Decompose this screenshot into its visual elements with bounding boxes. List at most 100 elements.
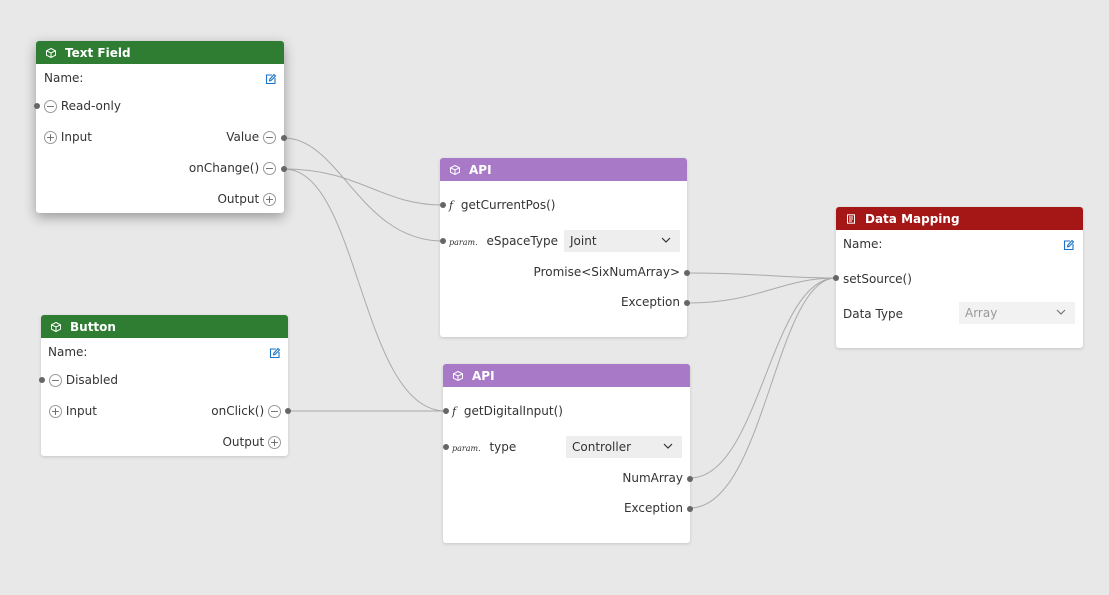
disabled-port[interactable] bbox=[39, 377, 45, 383]
wire-value-to-espacetype bbox=[283, 137, 444, 242]
espacetype-value: Joint bbox=[570, 234, 597, 248]
value-row: Value − bbox=[226, 130, 276, 144]
text-field-node[interactable]: Text Field Name: − Read-only + Input Val… bbox=[34, 41, 287, 213]
setsource-label: setSource() bbox=[843, 272, 912, 286]
add-plus-icon[interactable]: + bbox=[263, 193, 276, 206]
get-digital-input-port[interactable] bbox=[443, 408, 449, 414]
edit-icon[interactable] bbox=[1063, 239, 1075, 251]
param-tag: param. bbox=[452, 444, 481, 453]
datatype-label: Data Type bbox=[843, 307, 904, 321]
output-row: Output + bbox=[222, 435, 281, 449]
function-icon: f bbox=[452, 405, 457, 418]
input-row: + Input bbox=[44, 130, 92, 144]
edit-icon[interactable] bbox=[269, 347, 281, 359]
document-icon bbox=[847, 213, 855, 224]
button-node[interactable]: Button Name: − Disabled + Input onClick(… bbox=[39, 315, 291, 456]
param-label: type bbox=[489, 440, 517, 454]
function-label: getCurrentPos() bbox=[460, 198, 556, 212]
api-node-get-digital-input[interactable]: API f getDigitalInput() param. type Cont… bbox=[443, 364, 693, 543]
espacetype-select[interactable]: Joint bbox=[564, 230, 680, 252]
api-title: API bbox=[472, 368, 495, 383]
type-value: Controller bbox=[572, 440, 632, 454]
name-label: Name: bbox=[843, 237, 883, 251]
onclick-port[interactable] bbox=[285, 408, 291, 414]
input-label: Input bbox=[60, 130, 92, 144]
data-mapping-node[interactable]: Data Mapping Name: setSource() Data Type… bbox=[833, 207, 1083, 348]
button-title: Button bbox=[70, 319, 116, 334]
setsource-port[interactable] bbox=[833, 275, 839, 281]
api-header[interactable]: API bbox=[443, 364, 690, 387]
add-plus-icon[interactable]: + bbox=[268, 436, 281, 449]
disabled-row: − Disabled bbox=[49, 373, 118, 387]
wire-onchange-to-getdigitalinput bbox=[283, 168, 447, 412]
value-label: Value bbox=[226, 130, 260, 144]
text-field-header[interactable]: Text Field bbox=[36, 41, 284, 64]
api-title: API bbox=[469, 162, 492, 177]
output-label: Output bbox=[217, 192, 260, 206]
output-label: Output bbox=[222, 435, 265, 449]
function-icon: f bbox=[449, 199, 454, 212]
cube-icon bbox=[46, 47, 56, 58]
onclick-row: onClick() − bbox=[211, 404, 281, 418]
type-port[interactable] bbox=[443, 444, 449, 450]
api-node-get-current-pos[interactable]: API f getCurrentPos() param. eSpaceType … bbox=[440, 158, 690, 337]
data-mapping-title: Data Mapping bbox=[865, 211, 960, 226]
datatype-value: Array bbox=[965, 306, 998, 320]
input-row: + Input bbox=[49, 404, 97, 418]
numarray-output-label: NumArray bbox=[622, 471, 683, 485]
numarray-output-port[interactable] bbox=[687, 476, 693, 482]
wire-onchange-to-getcurrentpos bbox=[283, 168, 444, 206]
datatype-select[interactable]: Array bbox=[959, 302, 1075, 324]
param-tag: param. bbox=[449, 238, 478, 247]
value-port[interactable] bbox=[281, 135, 287, 141]
chevron-down-icon bbox=[663, 443, 673, 449]
collapse-minus-icon[interactable]: − bbox=[263, 131, 276, 144]
readonly-label: Read-only bbox=[60, 99, 121, 113]
name-label: Name: bbox=[48, 345, 88, 359]
name-label: Name: bbox=[44, 71, 84, 85]
collapse-minus-icon[interactable]: − bbox=[268, 405, 281, 418]
exception-output-label: Exception bbox=[620, 295, 680, 309]
exception-output-label: Exception bbox=[623, 501, 683, 515]
exception-output-port[interactable] bbox=[684, 300, 690, 306]
wire-exception1-to-setsource bbox=[686, 277, 837, 304]
readonly-row: − Read-only bbox=[44, 99, 121, 113]
get-current-pos-port[interactable] bbox=[440, 202, 446, 208]
collapse-minus-icon[interactable]: − bbox=[44, 100, 57, 113]
collapse-minus-icon[interactable]: − bbox=[263, 162, 276, 175]
add-plus-icon[interactable]: + bbox=[44, 131, 57, 144]
function-label: getDigitalInput() bbox=[463, 404, 563, 418]
chevron-down-icon bbox=[661, 237, 671, 243]
text-field-title: Text Field bbox=[65, 45, 131, 60]
cube-icon bbox=[453, 370, 463, 381]
data-mapping-header[interactable]: Data Mapping bbox=[836, 207, 1083, 230]
wire-exception2-to-setsource bbox=[689, 277, 837, 509]
onchange-port[interactable] bbox=[281, 166, 287, 172]
api-header[interactable]: API bbox=[440, 158, 687, 181]
function-row: f getCurrentPos() bbox=[449, 198, 555, 213]
param-row: param. type bbox=[452, 440, 516, 456]
collapse-minus-icon[interactable]: − bbox=[49, 374, 62, 387]
exception-output-port[interactable] bbox=[687, 506, 693, 512]
output-row: Output + bbox=[217, 192, 276, 206]
type-select[interactable]: Controller bbox=[566, 436, 682, 458]
onchange-label: onChange() bbox=[188, 161, 260, 175]
wire-numarray-to-setsource bbox=[689, 277, 837, 479]
promise-output-label: Promise<SixNumArray> bbox=[533, 265, 680, 279]
cube-icon bbox=[51, 321, 61, 332]
button-header[interactable]: Button bbox=[41, 315, 288, 338]
edit-icon[interactable] bbox=[265, 73, 277, 85]
chevron-down-icon bbox=[1056, 309, 1066, 315]
param-label: eSpaceType bbox=[486, 234, 558, 248]
function-row: f getDigitalInput() bbox=[452, 404, 563, 419]
disabled-label: Disabled bbox=[65, 373, 118, 387]
input-label: Input bbox=[65, 404, 97, 418]
onclick-label: onClick() bbox=[211, 404, 265, 418]
add-plus-icon[interactable]: + bbox=[49, 405, 62, 418]
wire-promise-to-setsource bbox=[686, 272, 837, 279]
promise-output-port[interactable] bbox=[684, 270, 690, 276]
cube-icon bbox=[450, 164, 460, 175]
readonly-port[interactable] bbox=[34, 103, 40, 109]
espacetype-port[interactable] bbox=[440, 238, 446, 244]
param-row: param. eSpaceType bbox=[449, 234, 558, 250]
